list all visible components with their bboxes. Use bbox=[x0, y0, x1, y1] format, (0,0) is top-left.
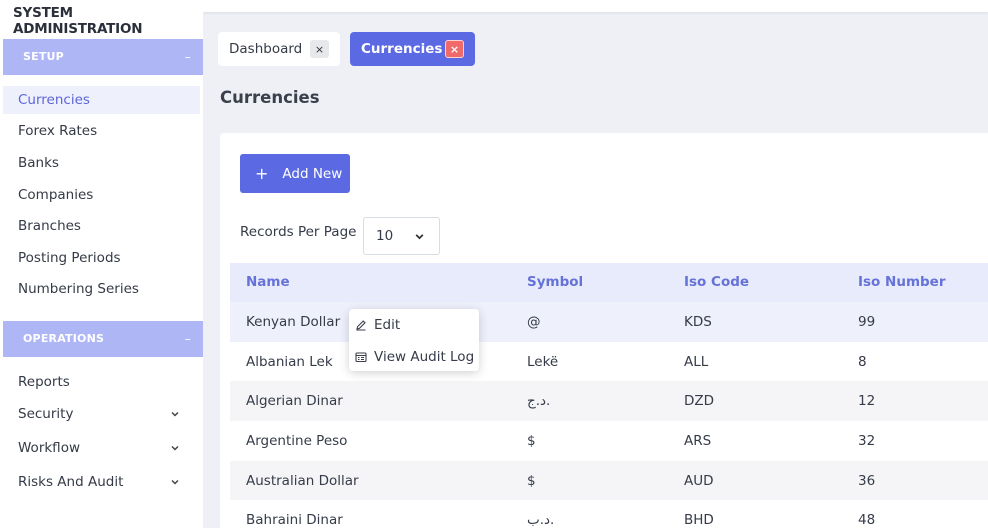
cell-iso-code: DZD bbox=[684, 393, 715, 409]
tab-label: Currencies bbox=[361, 41, 443, 57]
cell-symbol: د.ج. bbox=[527, 393, 551, 409]
table-row[interactable]: Bahraini Dinar د.ب. BHD 48 bbox=[230, 500, 988, 528]
sidebar-item-label: Reports bbox=[18, 374, 70, 390]
chevron-down-icon bbox=[414, 218, 425, 254]
cell-name: Albanian Lek bbox=[246, 354, 333, 370]
add-new-button[interactable]: + Add New bbox=[240, 154, 350, 193]
cell-iso-code: BHD bbox=[684, 512, 714, 528]
table-row[interactable]: Kenyan Dollar @ KDS 99 bbox=[230, 302, 988, 342]
chevron-down-icon bbox=[170, 468, 180, 496]
cell-symbol: د.ب. bbox=[527, 512, 555, 528]
audit-log-icon bbox=[355, 351, 368, 364]
sidebar-item-reports[interactable]: Reports bbox=[3, 368, 200, 396]
add-new-label: Add New bbox=[282, 165, 343, 182]
cell-name: Argentine Peso bbox=[246, 433, 348, 449]
column-header-iso-code[interactable]: Iso Code bbox=[684, 263, 749, 302]
collapse-icon[interactable]: – bbox=[185, 39, 191, 75]
cell-iso-code: ARS bbox=[684, 433, 712, 449]
section-header-label: SETUP bbox=[23, 50, 64, 63]
row-context-menu: Edit View Audit Log bbox=[349, 309, 479, 371]
tab-label: Dashboard bbox=[229, 41, 303, 57]
sidebar-item-label: Risks And Audit bbox=[18, 474, 124, 490]
close-icon[interactable]: × bbox=[310, 40, 329, 58]
menu-item-edit[interactable]: Edit bbox=[349, 311, 479, 339]
top-header-bar bbox=[203, 0, 988, 12]
sidebar-item-posting-periods[interactable]: Posting Periods bbox=[3, 244, 200, 272]
cell-name: Bahraini Dinar bbox=[246, 512, 343, 528]
cell-iso-number: 32 bbox=[858, 433, 876, 449]
cell-iso-number: 36 bbox=[858, 473, 876, 489]
sidebar-item-forex-rates[interactable]: Forex Rates bbox=[3, 117, 200, 145]
chevron-down-icon bbox=[170, 400, 180, 428]
table-header: Name Symbol Iso Code Iso Number bbox=[230, 263, 988, 302]
table-row[interactable]: Albanian Lek Lekë ALL 8 bbox=[230, 342, 988, 382]
sidebar-item-currencies[interactable]: Currencies bbox=[3, 86, 200, 114]
cell-iso-number: 8 bbox=[858, 354, 867, 370]
sidebar-item-branches[interactable]: Branches bbox=[3, 212, 200, 240]
menu-item-label: View Audit Log bbox=[374, 349, 475, 365]
cell-symbol: Lekë bbox=[527, 354, 559, 370]
sidebar-item-label: Numbering Series bbox=[18, 281, 139, 297]
cell-name: Kenyan Dollar bbox=[246, 314, 341, 330]
sidebar-item-label: Posting Periods bbox=[18, 250, 121, 266]
column-header-name[interactable]: Name bbox=[246, 263, 290, 302]
sidebar-item-label: Companies bbox=[18, 187, 94, 203]
cell-iso-code: AUD bbox=[684, 473, 714, 489]
sidebar-item-numbering-series[interactable]: Numbering Series bbox=[3, 275, 200, 303]
table-row[interactable]: Algerian Dinar د.ج. DZD 12 bbox=[230, 381, 988, 421]
cell-name: Australian Dollar bbox=[246, 473, 359, 489]
close-icon[interactable]: × bbox=[445, 40, 464, 58]
column-header-iso-number[interactable]: Iso Number bbox=[858, 263, 946, 302]
table-row[interactable]: Australian Dollar $ AUD 36 bbox=[230, 461, 988, 501]
sidebar-item-label: Currencies bbox=[18, 92, 90, 108]
records-per-page-value: 10 bbox=[376, 228, 394, 244]
cell-symbol: $ bbox=[527, 433, 536, 449]
section-header-label: OPERATIONS bbox=[23, 332, 105, 345]
table-row[interactable]: Argentine Peso $ ARS 32 bbox=[230, 421, 988, 461]
sidebar-item-label: Forex Rates bbox=[18, 123, 98, 139]
collapse-icon[interactable]: – bbox=[185, 321, 191, 357]
plus-icon: + bbox=[255, 163, 269, 183]
sidebar-item-label: Security bbox=[18, 406, 74, 422]
cell-iso-number: 99 bbox=[858, 314, 876, 330]
cell-iso-number: 48 bbox=[858, 512, 876, 528]
app-title: SYSTEM ADMINISTRATION bbox=[13, 5, 143, 37]
tab-dashboard[interactable]: Dashboard × bbox=[218, 32, 340, 66]
menu-item-view-audit-log[interactable]: View Audit Log bbox=[349, 343, 479, 371]
chevron-down-icon bbox=[170, 434, 180, 462]
sidebar-item-workflow[interactable]: Workflow bbox=[3, 434, 200, 462]
cell-symbol: @ bbox=[527, 314, 541, 330]
sidebar-item-label: Workflow bbox=[18, 440, 80, 456]
cell-name: Algerian Dinar bbox=[246, 393, 343, 409]
section-header-setup[interactable]: SETUP – bbox=[3, 39, 203, 75]
records-per-page-select[interactable]: 10 bbox=[363, 217, 440, 255]
pencil-icon bbox=[355, 319, 368, 332]
records-per-page-label: Records Per Page bbox=[240, 224, 357, 240]
page-title: Currencies bbox=[220, 88, 320, 107]
section-header-operations[interactable]: OPERATIONS – bbox=[3, 321, 203, 357]
cell-iso-number: 12 bbox=[858, 393, 876, 409]
sidebar-item-label: Branches bbox=[18, 218, 81, 234]
cell-iso-code: KDS bbox=[684, 314, 712, 330]
menu-item-label: Edit bbox=[374, 317, 401, 333]
sidebar-item-security[interactable]: Security bbox=[3, 400, 200, 428]
cell-symbol: $ bbox=[527, 473, 536, 489]
sidebar-item-label: Banks bbox=[18, 155, 59, 171]
sidebar-item-banks[interactable]: Banks bbox=[3, 149, 200, 177]
sidebar-item-companies[interactable]: Companies bbox=[3, 181, 200, 209]
sidebar-item-risks-and-audit[interactable]: Risks And Audit bbox=[3, 468, 200, 496]
cell-iso-code: ALL bbox=[684, 354, 709, 370]
tab-currencies[interactable]: Currencies × bbox=[350, 32, 475, 66]
column-header-symbol[interactable]: Symbol bbox=[527, 263, 583, 302]
sidebar: SYSTEM ADMINISTRATION SETUP – Currencies… bbox=[0, 0, 203, 528]
